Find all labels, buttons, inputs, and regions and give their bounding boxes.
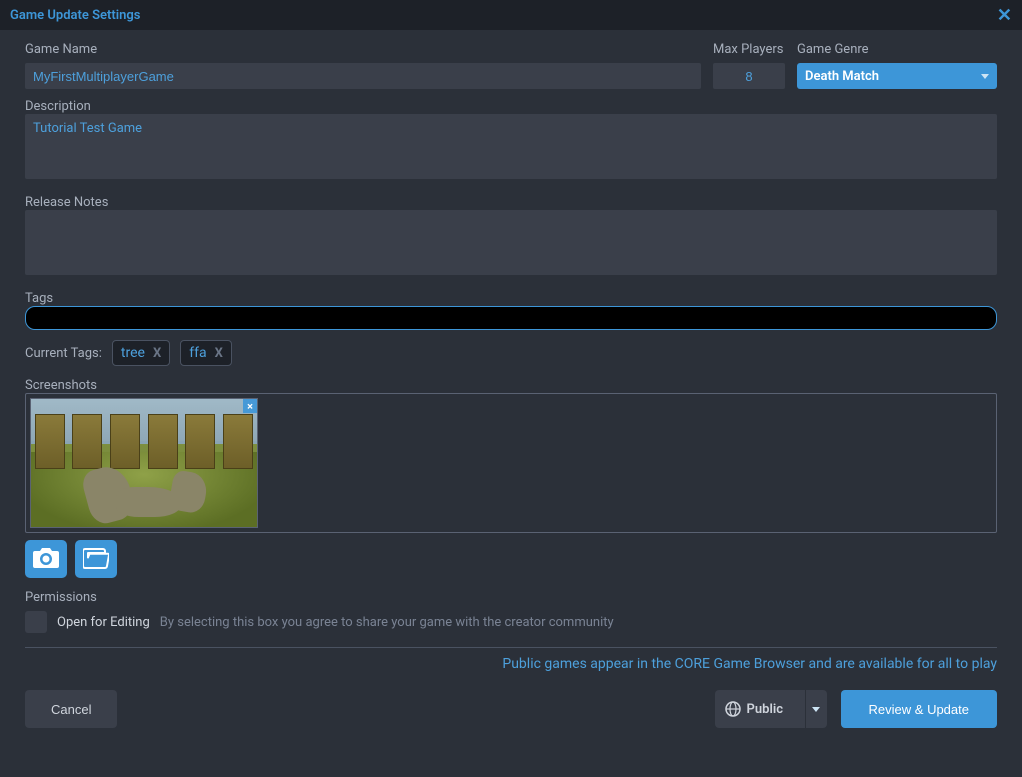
description-input[interactable] [25, 114, 997, 179]
review-update-button[interactable]: Review & Update [841, 690, 997, 728]
open-for-editing-label: Open for Editing [57, 615, 150, 630]
tags-input[interactable] [25, 306, 997, 330]
permissions-label: Permissions [25, 590, 97, 605]
capture-screenshot-button[interactable] [25, 540, 67, 578]
tag-remove-icon[interactable]: X [153, 346, 161, 361]
visibility-label: Public [747, 702, 783, 717]
folder-icon [83, 548, 109, 570]
tag-remove-icon[interactable]: X [215, 346, 223, 361]
chevron-down-icon [812, 707, 820, 712]
chevron-down-icon [981, 74, 989, 79]
screenshot-remove-icon[interactable]: × [243, 399, 257, 413]
release-notes-label: Release Notes [25, 195, 108, 210]
tag-chip: ffa X [180, 340, 232, 366]
release-notes-input[interactable] [25, 210, 997, 275]
public-info-text: Public games appear in the CORE Game Bro… [25, 656, 997, 672]
open-for-editing-desc: By selecting this box you agree to share… [160, 615, 614, 630]
game-genre-label: Game Genre [797, 42, 997, 57]
screenshots-container: × [25, 393, 997, 533]
game-genre-select[interactable]: Death Match [797, 63, 997, 89]
screenshots-label: Screenshots [25, 378, 97, 393]
globe-icon [725, 701, 741, 717]
camera-icon [33, 548, 59, 570]
game-name-input[interactable] [25, 63, 701, 89]
close-icon[interactable]: ✕ [997, 5, 1012, 26]
screenshot-thumbnail[interactable]: × [30, 398, 258, 528]
browse-screenshot-button[interactable] [75, 540, 117, 578]
tags-label: Tags [25, 291, 53, 306]
divider [25, 647, 997, 648]
max-players-label: Max Players [713, 42, 785, 57]
window-title: Game Update Settings [10, 8, 141, 23]
description-label: Description [25, 99, 91, 114]
titlebar: Game Update Settings ✕ [0, 0, 1022, 30]
max-players-input[interactable] [713, 63, 785, 89]
game-genre-value: Death Match [805, 69, 879, 84]
game-name-label: Game Name [25, 42, 701, 57]
open-for-editing-checkbox[interactable] [25, 611, 47, 633]
cancel-button[interactable]: Cancel [25, 690, 117, 728]
tag-label: ffa [189, 345, 206, 361]
tag-label: tree [121, 345, 145, 361]
current-tags-label: Current Tags: [25, 346, 102, 361]
tag-chip: tree X [112, 340, 170, 366]
content-area: Game Name Max Players Game Genre Death M… [0, 30, 1022, 740]
visibility-button[interactable]: Public [715, 690, 827, 728]
